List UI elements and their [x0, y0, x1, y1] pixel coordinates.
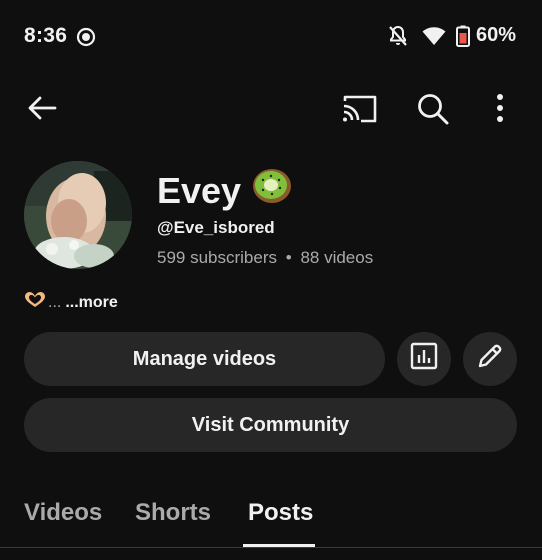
- heart-hands-icon: [24, 291, 46, 314]
- channel-name: Evey: [157, 166, 293, 215]
- active-tab-indicator: [243, 544, 315, 547]
- notifications-off-icon: [388, 25, 408, 47]
- back-arrow-icon[interactable]: [26, 92, 58, 129]
- subscriber-count: 599 subscribers: [157, 248, 278, 267]
- channel-description[interactable]: ... ...more: [24, 291, 118, 314]
- tab-posts[interactable]: Posts: [248, 499, 313, 527]
- tabs-divider: [0, 547, 542, 548]
- channel-handle: @Eve_isbored: [157, 218, 275, 237]
- pencil-icon: [476, 342, 504, 376]
- manage-videos-button[interactable]: Manage videos: [24, 332, 385, 386]
- battery-low-icon: [455, 25, 470, 47]
- tab-shorts[interactable]: Shorts: [135, 499, 211, 527]
- tab-videos[interactable]: Videos: [24, 499, 102, 527]
- visit-community-button[interactable]: Visit Community: [24, 398, 517, 452]
- cast-icon[interactable]: [341, 92, 379, 129]
- video-count: 88 videos: [300, 248, 374, 267]
- app-bar: [0, 86, 542, 132]
- status-icons: 60%: [388, 24, 516, 47]
- screen-record-icon: [76, 27, 96, 52]
- kiwi-icon: [251, 166, 293, 215]
- search-icon[interactable]: [415, 92, 451, 131]
- channel-avatar[interactable]: [24, 161, 132, 269]
- analytics-button[interactable]: [397, 332, 451, 386]
- edit-channel-button[interactable]: [463, 332, 517, 386]
- wifi-icon: [422, 26, 446, 46]
- more-link[interactable]: ...more: [65, 294, 117, 312]
- status-time: 8:36: [24, 24, 68, 47]
- stats-separator: •: [285, 248, 292, 267]
- analytics-icon: [410, 342, 438, 376]
- battery-percent: 60%: [475, 24, 516, 46]
- channel-tabs: Videos Shorts Posts: [0, 490, 542, 560]
- channel-name-text: Evey: [157, 169, 242, 211]
- more-vert-icon[interactable]: [495, 92, 505, 129]
- channel-stats: 599 subscribers • 88 videos: [157, 248, 373, 268]
- status-bar: 8:36 60%: [0, 0, 542, 76]
- description-ellipsis: ...: [48, 293, 62, 311]
